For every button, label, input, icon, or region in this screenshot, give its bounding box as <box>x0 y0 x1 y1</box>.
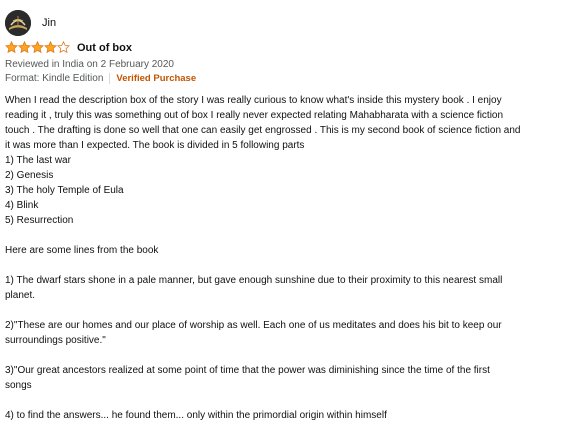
review-text-line: songs <box>5 380 32 391</box>
star-empty-icon <box>57 41 70 54</box>
review-text-line <box>5 348 555 363</box>
review-text-line: 2) Genesis <box>5 170 54 181</box>
review-text-line: planet. <box>5 290 36 301</box>
review-text-line: 5) Resurrection <box>5 215 74 226</box>
review-text-line: it was more than I expected. The book is… <box>5 140 305 151</box>
review-text-line <box>5 303 555 318</box>
review-text-line: 3) The holy Temple of Eula <box>5 185 124 196</box>
format-row: Format: Kindle Edition Verified Purchase <box>5 72 196 85</box>
customer-review: Jin Out of box Reviewed in India on 2 Fe… <box>0 0 563 424</box>
review-text-line <box>5 258 555 273</box>
review-text-line: 4) Blink <box>5 200 39 211</box>
star-full-icon <box>18 41 31 54</box>
review-text-line: surroundings positive." <box>5 335 106 346</box>
review-title[interactable]: Out of box <box>77 42 132 54</box>
rating-row: Out of box <box>5 40 132 55</box>
review-date: Reviewed in India on 2 February 2020 <box>5 59 174 70</box>
review-text-line: reading it , truly this was something ou… <box>5 110 504 121</box>
review-text-line <box>5 228 555 243</box>
review-text-line: touch . The drafting is done so well tha… <box>5 125 521 136</box>
review-text-line: 3)"Our great ancestors realized at some … <box>5 365 490 376</box>
review-text-line <box>5 393 555 408</box>
review-body: When I read the description box of the s… <box>5 93 555 423</box>
star-full-icon <box>44 41 57 54</box>
review-text-line: 1) The last war <box>5 155 71 166</box>
review-text-line: 1) The dwarf stars shone in a pale manne… <box>5 275 503 286</box>
reviewer-profile[interactable]: Jin <box>5 9 56 37</box>
verified-purchase-badge[interactable]: Verified Purchase <box>116 72 196 85</box>
divider <box>109 73 111 84</box>
format-label[interactable]: Format: Kindle Edition <box>5 72 103 85</box>
review-text-line: When I read the description box of the s… <box>5 95 502 106</box>
review-text-line: Here are some lines from the book <box>5 245 159 256</box>
reviewer-name[interactable]: Jin <box>42 17 56 29</box>
star-rating[interactable] <box>5 41 70 54</box>
review-text-line: 2)"These are our homes and our place of … <box>5 320 502 331</box>
reviewer-avatar-icon[interactable] <box>5 10 31 36</box>
star-full-icon <box>31 41 44 54</box>
review-text-line: 4) to find the answers... he found them.… <box>5 410 387 421</box>
star-full-icon <box>5 41 18 54</box>
